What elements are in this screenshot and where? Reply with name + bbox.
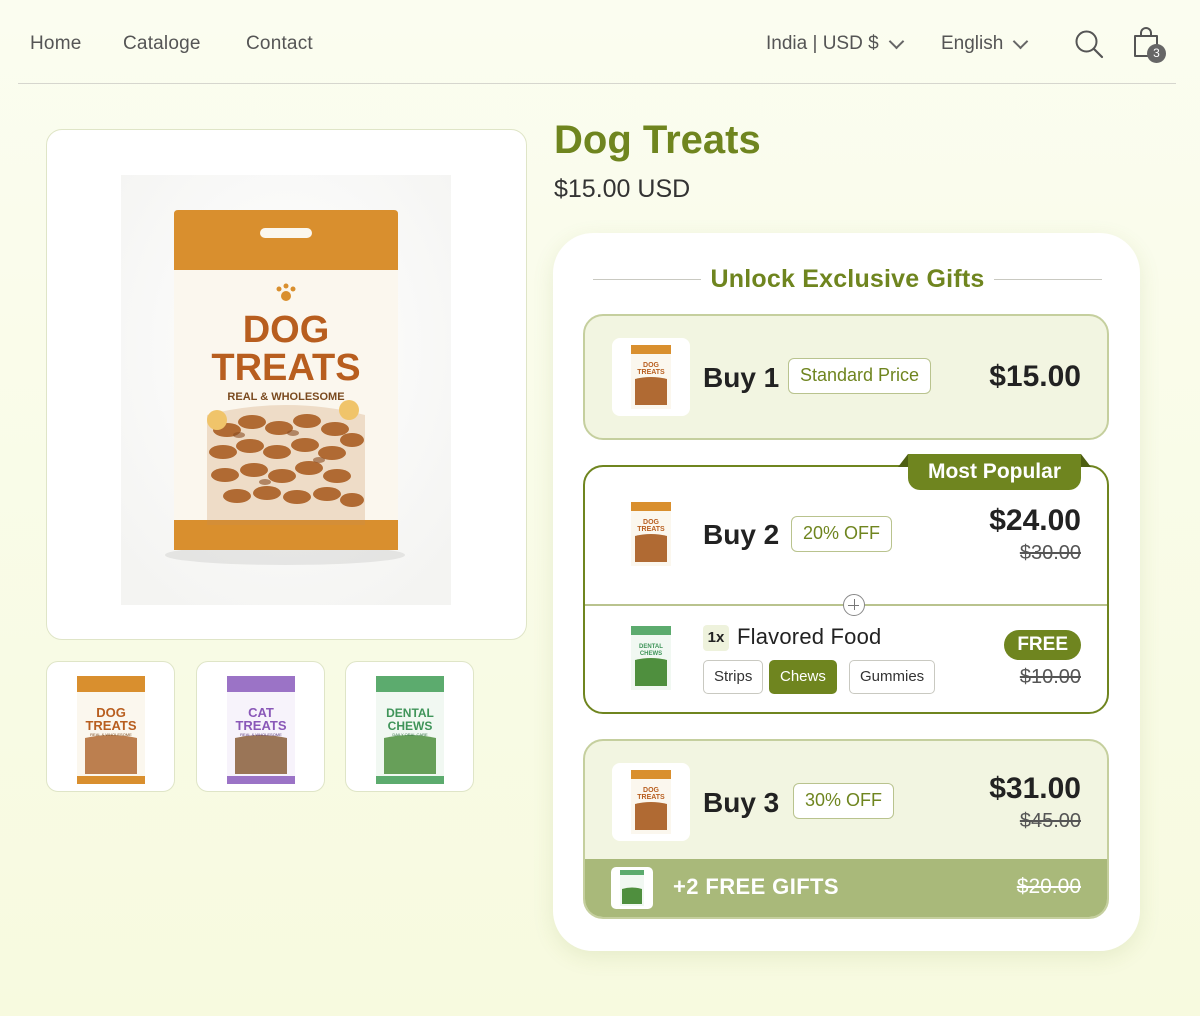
offer-tag: 30% OFF [793, 783, 895, 819]
gift-pack-image [611, 867, 653, 909]
offer-buy-1[interactable]: DOG TREATS Buy 1 Standard Price $15.00 [583, 314, 1109, 440]
offer-compare-price: $45.00 [1019, 810, 1081, 832]
variant-gummies[interactable]: Gummies [849, 660, 936, 694]
svg-text:DOG: DOG [643, 362, 660, 369]
svg-text:CHEWS: CHEWS [640, 651, 662, 657]
dog-treats-mini-pack: DOG TREATS [631, 345, 671, 409]
gifts-heading: Unlock Exclusive Gifts [593, 265, 1103, 294]
thumbnail-dog-treats[interactable]: DOG TREATS REAL & WHOLESOME [46, 661, 175, 792]
thumb-subtitle: REAL & WHOLESOME [90, 732, 132, 737]
offer-buy-3[interactable]: DOG TREATS Buy 3 30% OFF $31.00 $45.00 +… [583, 739, 1109, 919]
offer-price: $15.00 [989, 360, 1081, 393]
gifts-heading-text: Unlock Exclusive Gifts [710, 265, 985, 293]
offer-compare-price: $30.00 [1019, 542, 1081, 564]
thumb-line2: CHEWS [388, 719, 433, 733]
free-gifts-compare-price: $20.00 [1016, 875, 1081, 898]
nav-link-catalog[interactable]: Cataloge [123, 33, 201, 55]
thumbnail-dental-chews[interactable]: DENTAL CHEWS DAILY ORAL CARE [345, 661, 474, 792]
svg-text:DOG: DOG [643, 787, 660, 794]
chevron-down-icon [888, 33, 904, 49]
pack-subtitle: REAL & WHOLESOME [227, 391, 344, 403]
cat-treats-thumbnail-image: CAT TREATS REAL & WHOLESOME [227, 676, 295, 784]
offer-label: Buy 3 [703, 787, 780, 818]
top-navigation: Home Cataloge Contact India | USD $ Engl… [18, 0, 1176, 84]
cart-button[interactable]: 3 [1132, 26, 1168, 64]
gift-name: Flavored Food [737, 624, 882, 649]
main-product-image[interactable]: DOG TREATS REAL & WHOLESOME [46, 129, 527, 640]
variant-chews[interactable]: Chews [769, 660, 837, 694]
thumb-subtitle: REAL & WHOLESOME [240, 732, 282, 737]
dog-treats-package-image: DOG TREATS REAL & WHOLESOME [121, 175, 451, 605]
offer-buy-2[interactable]: Most Popular DOG TREATS Buy 2 20% OFF $2… [583, 454, 1109, 714]
thumb-line1: DENTAL [386, 706, 434, 720]
gift-compare-price: $10.00 [1019, 666, 1081, 688]
offer-pack-image: DOG TREATS [612, 495, 690, 573]
dental-chews-mini-pack: DENTAL CHEWS [631, 626, 671, 690]
chevron-down-icon [1013, 33, 1029, 49]
dental-chews-thumbnail-image: DENTAL CHEWS DAILY ORAL CARE [376, 676, 444, 784]
offer-price: $31.00 [989, 772, 1081, 805]
search-icon [1075, 30, 1104, 59]
offer-label: Buy 1 [703, 362, 780, 393]
bundle-offers-card: Unlock Exclusive Gifts DOG TREATS Buy 1 … [553, 233, 1140, 951]
offer-price: $24.00 [989, 504, 1081, 537]
offer-pack-image: DOG TREATS [612, 338, 690, 416]
language-label: English [941, 33, 1004, 54]
free-badge: FREE [1004, 630, 1081, 660]
svg-text:TREATS: TREATS [637, 369, 665, 376]
thumb-subtitle: DAILY ORAL CARE [392, 732, 428, 737]
svg-text:DENTAL: DENTAL [639, 644, 663, 650]
offer-pack-image: DOG TREATS [612, 763, 690, 841]
currency-label: India | USD $ [766, 33, 879, 54]
cart-count-badge: 3 [1147, 44, 1166, 63]
gift-quantity: 1x [703, 625, 729, 651]
pack-line1: DOG [243, 309, 330, 351]
plus-icon [843, 594, 865, 616]
free-gifts-bar: +2 FREE GIFTS $20.00 [585, 859, 1107, 917]
divider-line [994, 278, 1103, 281]
divider-line [593, 278, 701, 281]
product-price: $15.00 USD [554, 175, 691, 203]
language-selector[interactable]: English [941, 33, 1029, 55]
thumb-line2: TREATS [235, 718, 286, 733]
thumbnail-cat-treats[interactable]: CAT TREATS REAL & WHOLESOME [196, 661, 325, 792]
dental-chews-mini-pack [620, 870, 644, 906]
offer-label: Buy 2 [703, 519, 780, 550]
most-popular-badge: Most Popular [897, 454, 1092, 490]
svg-text:TREATS: TREATS [637, 526, 665, 533]
svg-text:DOG: DOG [643, 519, 660, 526]
thumb-line2: TREATS [85, 718, 136, 733]
pack-line2: TREATS [211, 347, 360, 389]
nav-link-home[interactable]: Home [30, 33, 81, 55]
dog-treats-mini-pack: DOG TREATS [631, 502, 671, 566]
gift-pack-image: DENTAL CHEWS [612, 619, 690, 697]
svg-text:TREATS: TREATS [637, 794, 665, 801]
currency-selector[interactable]: India | USD $ [766, 33, 904, 55]
dog-treats-thumbnail-image: DOG TREATS REAL & WHOLESOME [77, 676, 145, 784]
offer-tag: Standard Price [788, 358, 932, 394]
free-gifts-text: +2 FREE GIFTS [673, 874, 839, 899]
search-button[interactable] [1074, 29, 1104, 64]
dog-treats-mini-pack: DOG TREATS [631, 770, 671, 834]
product-title: Dog Treats [554, 118, 761, 162]
nav-link-contact[interactable]: Contact [246, 33, 313, 55]
offer-tag: 20% OFF [791, 516, 893, 552]
variant-strips[interactable]: Strips [703, 660, 764, 694]
